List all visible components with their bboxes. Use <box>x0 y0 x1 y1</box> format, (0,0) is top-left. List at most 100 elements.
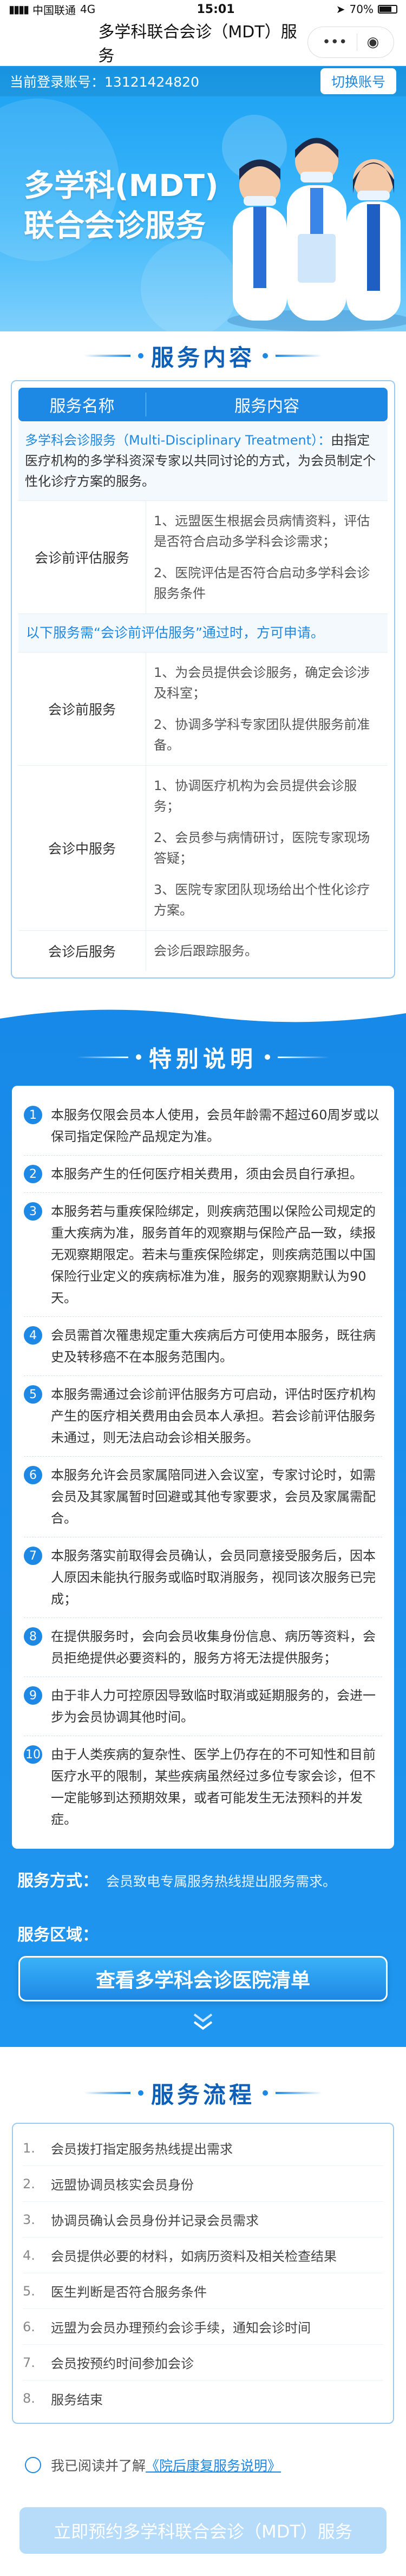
service-flow-title: 服务流程 <box>150 2081 255 2108</box>
step-text: 医生判断是否符合服务条件 <box>51 2285 207 2300</box>
service-desc: 2、医院评估是否符合启动多学科会诊服务条件 <box>154 565 370 601</box>
agreement-row: 我已阅读并了解《院后康复服务说明》 <box>25 2455 406 2475</box>
list-item: 6 本服务允许会员家属陪同进入会议室，专家讨论时，如需会员及其家属暂时回避或其他专… <box>24 1457 382 1537</box>
col-service-content: 服务内容 <box>234 397 299 416</box>
step-number: 7. <box>23 2355 35 2370</box>
service-method-value: 会员致电专属服务热线提出服务需求。 <box>106 1874 337 1889</box>
number-badge: 1 <box>24 1106 42 1124</box>
page-title: 多学科联合会诊（MDT）服务 <box>98 22 297 66</box>
account-phone: 13121424820 <box>104 74 199 90</box>
hero-title-line1: 多学科(MDT) <box>24 168 219 204</box>
number-badge: 7 <box>24 1547 42 1565</box>
list-item: 5 本服务需通过会诊前评估服务方可启动，评估时医疗机构产生的医疗相关费用由会员本人… <box>24 1376 382 1457</box>
doctors-illustration <box>227 138 406 331</box>
list-item: 7 本服务落实前取得会员确认，会员同意接受服务后，因本人原因未能执行服务或临时取消… <box>24 1537 382 1618</box>
step-text: 会员拨打指定服务热线提出需求 <box>51 2142 233 2157</box>
number-badge: 6 <box>24 1466 42 1484</box>
agreement-radio[interactable] <box>25 2457 41 2473</box>
list-item: 2. 远盟协调员核实会员身份 <box>23 2166 383 2202</box>
view-hospital-list-button[interactable]: 查看多学科会诊医院清单 <box>18 1956 388 2001</box>
prerequisite-notice: 以下服务需“会诊前评估服务”通过时，方可申请。 <box>18 614 388 653</box>
service-desc: 1、为会员提供会诊服务，确定会诊涉及科室； <box>154 665 370 701</box>
list-item: 4 会员需首次罹患规定重大疾病后方可使用本服务，既往病史及转移癌不在本服务范围内。 <box>24 1317 382 1376</box>
carrier: 中国联通 <box>32 3 76 17</box>
service-name: 会诊中服务 <box>18 766 146 930</box>
service-desc: 1、远盟医生根据会员病情资料，评估是否符合启动多学科会诊需求； <box>154 513 370 549</box>
special-notes-card: 1 本服务仅限会员本人使用，会员年龄需不超过60周岁或以保司指定保险产品规定为准。… <box>12 1086 394 1849</box>
step-number: 8. <box>23 2391 35 2406</box>
account-bar: 当前登录账号：13121424820 切换账号 <box>0 66 406 96</box>
hero-banner: 当前登录账号：13121424820 切换账号 多学科(MDT) 联合会诊服务 <box>0 66 406 331</box>
signal-icon: ▮▮▮▮ <box>9 3 29 16</box>
account-label: 当前登录账号： <box>10 74 105 90</box>
list-item: 5. 医生判断是否符合服务条件 <box>23 2273 383 2309</box>
step-number: 2. <box>23 2176 35 2192</box>
service-content-table: 服务名称 服务内容 多学科会诊服务（Multi-Disciplinary Tre… <box>11 380 395 979</box>
close-circle-icon[interactable]: ◉ <box>367 34 379 50</box>
battery-percent: 70% <box>349 3 374 16</box>
service-name: 会诊后服务 <box>18 931 146 971</box>
step-text: 会员按预约时间参加会诊 <box>51 2356 194 2371</box>
service-desc: 2、会员参与病情研讨，医院专家现场答疑； <box>154 830 370 866</box>
special-notes-section: 特别说明 1 本服务仅限会员本人使用，会员年龄需不超过60周岁或以保司指定保险产品… <box>0 1002 406 2047</box>
service-desc: 3、医院专家团队现场给出个性化诊疗方案。 <box>154 882 370 918</box>
step-text: 服务结束 <box>51 2392 103 2408</box>
step-number: 5. <box>23 2283 35 2299</box>
step-number: 1. <box>23 2140 35 2156</box>
list-item: 4. 会员提供必要的材料，如病历资料及相关检查结果 <box>23 2238 383 2273</box>
service-flow-list: 1. 会员拨打指定服务热线提出需求 2. 远盟协调员核实会员身份 3. 协调员确认会员… <box>12 2123 394 2424</box>
list-item: 8. 服务结束 <box>23 2381 383 2416</box>
step-text: 远盟协调员核实会员身份 <box>51 2177 194 2193</box>
wave-divider <box>0 1002 406 1029</box>
hero-title-line2: 联合会诊服务 <box>24 208 206 244</box>
intro-lead: 多学科会诊服务（Multi-Disciplinary Treatment）： <box>25 433 331 448</box>
note-text: 会员需首次罹患规定重大疾病后方可使用本服务，既往病史及转移癌不在本服务范围内。 <box>51 1328 376 1365</box>
service-desc: 2、协调多学科专家团队提供服务前准备。 <box>154 717 370 753</box>
list-item: 9 由于非人力可控原因导致临时取消或延期服务的，会进一步为会员协调其他时间。 <box>24 1677 382 1736</box>
table-row: 会诊前评估服务 1、远盟医生根据会员病情资料，评估是否符合启动多学科会诊需求； … <box>18 501 388 614</box>
number-badge: 4 <box>24 1326 42 1345</box>
step-text: 远盟为会员办理预约会诊手续，通知会诊时间 <box>51 2320 311 2336</box>
step-text: 会员提供必要的材料，如病历资料及相关检查结果 <box>51 2249 337 2264</box>
table-row: 会诊中服务 1、协调医疗机构为会员提供会诊服务； 2、会员参与病情研讨，医院专家… <box>18 766 388 931</box>
list-item: 2 本服务产生的任何医疗相关费用，须由会员自行承担。 <box>24 1156 382 1193</box>
note-text: 在提供服务时，会向会员收集身份信息、病历等资料，会员拒绝提供必要资料的，服务方将… <box>51 1629 376 1666</box>
note-text: 由于非人力可控原因导致临时取消或延期服务的，会进一步为会员协调其他时间。 <box>51 1688 376 1725</box>
note-text: 本服务允许会员家属陪同进入会议室，专家讨论时，如需会员及其家属暂时回避或其他专家… <box>51 1468 376 1526</box>
switch-account-button[interactable]: 切换账号 <box>320 68 396 94</box>
service-flow-header: 服务流程 <box>0 2069 406 2117</box>
nav-bar: 多学科联合会诊（MDT）服务 ••• ◉ <box>0 18 406 66</box>
list-item: 8 在提供服务时，会向会员收集身份信息、病历等资料，会员拒绝提供必要资料的，服务方… <box>24 1618 382 1677</box>
list-item: 6. 远盟为会员办理预约会诊手续，通知会诊时间 <box>23 2309 383 2345</box>
more-dots-icon[interactable]: ••• <box>322 34 347 50</box>
number-badge: 5 <box>24 1385 42 1404</box>
agreement-link[interactable]: 《院后康复服务说明》 <box>146 2458 281 2474</box>
battery-icon <box>377 5 397 14</box>
list-item: 1. 会员拨打指定服务热线提出需求 <box>23 2130 383 2166</box>
service-flow-section: 服务流程 1. 会员拨打指定服务热线提出需求 2. 远盟协调员核实会员身份 3. 协调… <box>0 2047 406 2424</box>
list-item: 7. 会员按预约时间参加会诊 <box>23 2345 383 2381</box>
service-desc: 1、协调医疗机构为会员提供会诊服务； <box>154 778 357 814</box>
special-notes-title: 特别说明 <box>148 1045 257 1072</box>
number-badge: 3 <box>24 1202 42 1221</box>
location-icon: ➤ <box>336 3 345 16</box>
note-text: 本服务若与重疾保险绑定，则疾病范围以保险公司规定的重大疾病为准，服务首年的观察期… <box>51 1204 376 1306</box>
book-mdt-button[interactable]: 立即预约多学科联合会诊（MDT）服务 <box>19 2507 387 2554</box>
table-row: 会诊前服务 1、为会员提供会诊服务，确定会诊涉及科室； 2、协调多学科专家团队提… <box>18 653 388 766</box>
number-badge: 9 <box>24 1686 42 1705</box>
note-text: 本服务落实前取得会员确认，会员同意接受服务后，因本人原因未能执行服务或临时取消服… <box>51 1548 376 1607</box>
service-name: 会诊前服务 <box>18 653 146 765</box>
service-content-title: 服务内容 <box>150 344 255 371</box>
table-row: 会诊后服务 会诊后跟踪服务。 <box>18 931 388 971</box>
number-badge: 10 <box>24 1745 42 1764</box>
clock: 15:01 <box>197 2 235 16</box>
list-item: 3. 协调员确认会员身份并记录会员需求 <box>23 2202 383 2238</box>
number-badge: 8 <box>24 1627 42 1646</box>
network-type: 4G <box>80 3 96 16</box>
service-name: 会诊前评估服务 <box>18 501 146 614</box>
note-text: 本服务需通过会诊前评估服务方可启动，评估时医疗机构产生的医疗相关费用由会员本人承… <box>51 1387 376 1445</box>
service-content-header: 服务内容 <box>0 331 406 380</box>
hero-title: 多学科(MDT) 联合会诊服务 <box>24 166 219 246</box>
service-desc: 会诊后跟踪服务。 <box>154 943 258 958</box>
note-text: 本服务仅限会员本人使用，会员年龄需不超过60周岁或以保司指定保险产品规定为准。 <box>51 1107 379 1144</box>
